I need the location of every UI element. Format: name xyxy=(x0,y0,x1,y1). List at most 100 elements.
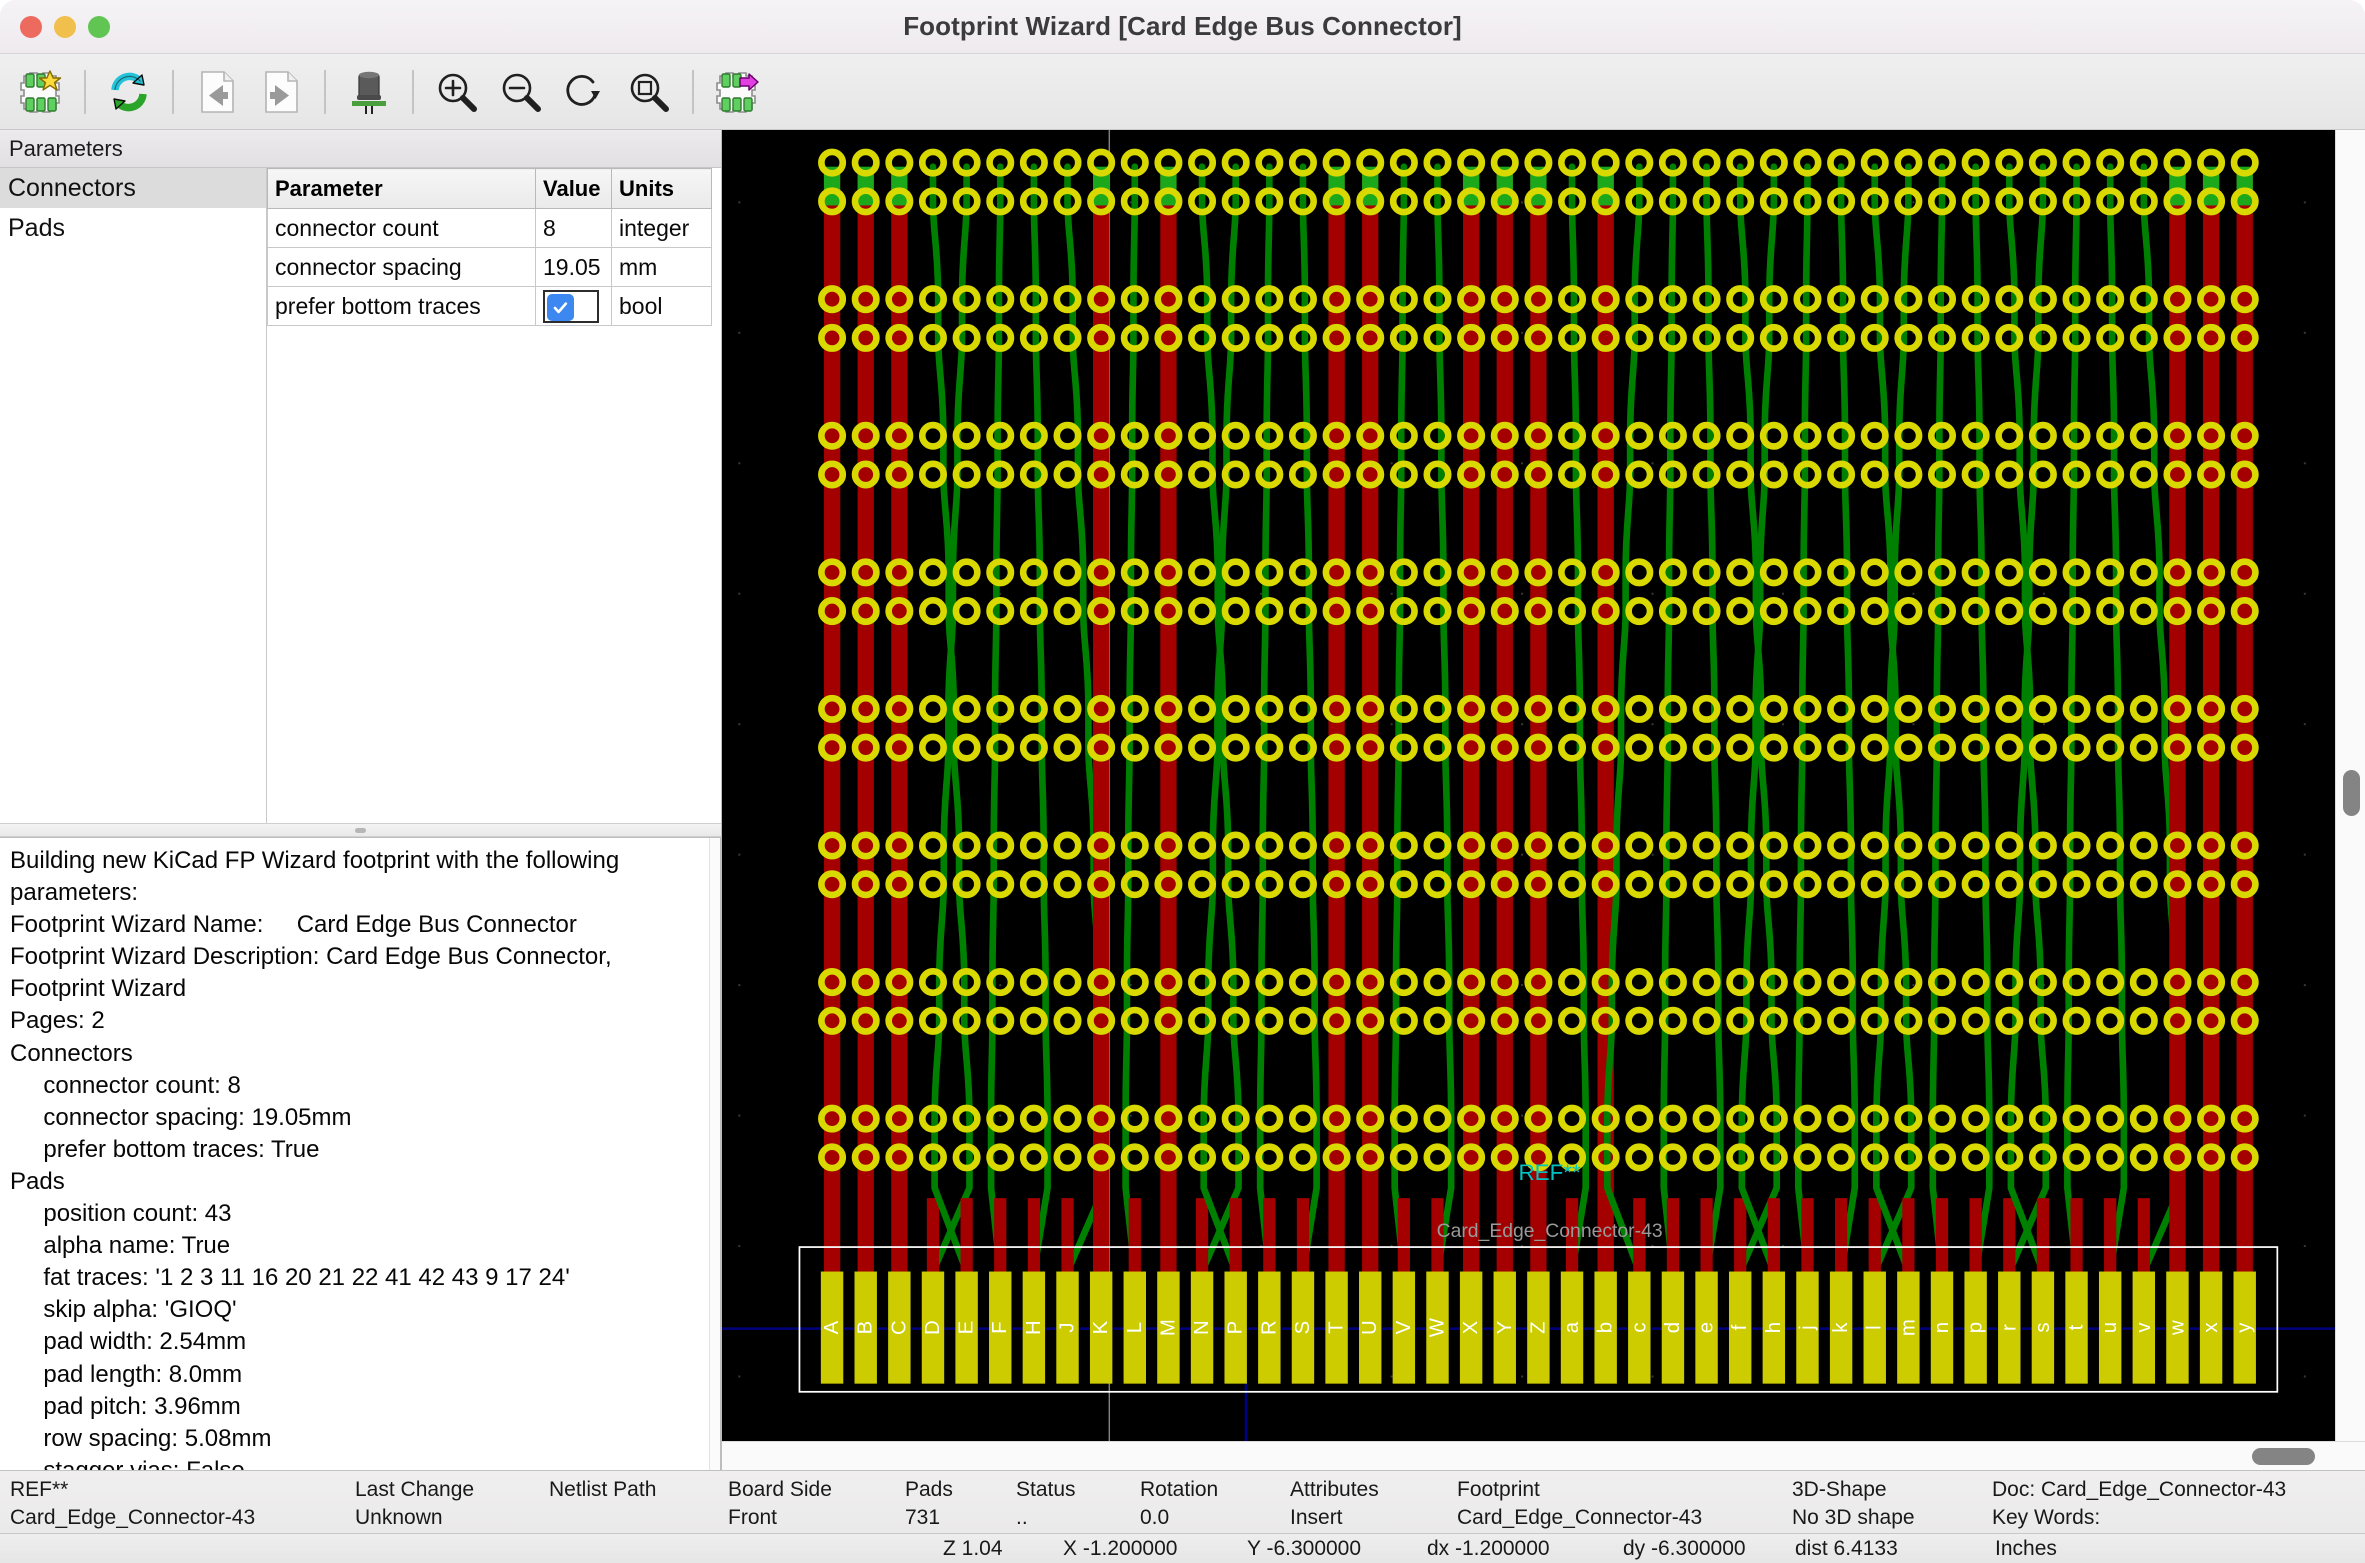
pad-label: Y xyxy=(1494,1320,1516,1334)
param-units-prefer-bottom-traces: bool xyxy=(612,287,712,326)
status-field-0: REF**Card_Edge_Connector-43 xyxy=(10,1478,255,1530)
status-field-label: Doc: Card_Edge_Connector-43 xyxy=(1992,1478,2286,1502)
status-field-value: 0.0 xyxy=(1140,1506,1218,1530)
build-log-scrollbar[interactable] xyxy=(709,838,720,1470)
status-field-10: Doc: Card_Edge_Connector-43 Key Words: xyxy=(1992,1478,2286,1530)
pad-label: u xyxy=(2099,1322,2121,1333)
status-field-label: Last Change xyxy=(355,1478,474,1502)
pad-label: n xyxy=(1931,1322,1953,1333)
canvas-vertical-scroll-thumb[interactable] xyxy=(2343,770,2360,816)
sidebar-item-label: Pads xyxy=(8,214,65,243)
status-field-9: 3D-ShapeNo 3D shape xyxy=(1792,1478,1915,1530)
pad-label: r xyxy=(1998,1324,2020,1331)
parameters-table-container: Parameter Value Units connector count 8 … xyxy=(267,168,721,823)
canvas-vertical-scrollbar[interactable] xyxy=(2335,130,2365,1441)
close-window-button[interactable] xyxy=(20,16,42,38)
refresh-icon[interactable] xyxy=(98,61,160,123)
minimize-window-button[interactable] xyxy=(54,16,76,38)
pad-label: p xyxy=(1965,1322,1987,1333)
status-coordinate-6: Inches xyxy=(1995,1537,2057,1561)
pad-stub-trace xyxy=(1196,1198,1208,1273)
pad-label: w xyxy=(2166,1320,2188,1336)
previous-page-icon[interactable] xyxy=(186,61,248,123)
pad-label: e xyxy=(1696,1322,1718,1333)
pad-label: V xyxy=(1393,1320,1415,1334)
pad-stub-trace xyxy=(2037,1198,2049,1273)
export-footprint-icon[interactable] xyxy=(706,61,768,123)
parameters-table: Parameter Value Units connector count 8 … xyxy=(267,168,712,326)
splitter-grip-icon xyxy=(355,828,366,833)
pad-label: U xyxy=(1359,1320,1381,1335)
pad-label: J xyxy=(1057,1322,1079,1332)
status-coordinate-4: dy -6.300000 xyxy=(1623,1537,1746,1561)
status-coordinates-row: Z 1.04X -1.200000Y -6.300000dx -1.200000… xyxy=(0,1533,2365,1563)
pcb-footprint-render[interactable]: ABCDEFHJKLMNPRSTUVWXYZabcdefhjklmnprstuv… xyxy=(722,130,2365,1441)
pad-label: h xyxy=(1763,1322,1785,1333)
param-value-connector-spacing[interactable]: 19.05 xyxy=(536,248,612,287)
panel-splitter[interactable] xyxy=(0,823,721,837)
canvas-horizontal-scroll-thumb[interactable] xyxy=(2252,1448,2315,1465)
canvas-horizontal-scrollbar[interactable] xyxy=(722,1441,2365,1470)
maximize-window-button[interactable] xyxy=(88,16,110,38)
param-name-connector-spacing: connector spacing xyxy=(268,248,536,287)
status-bar: REF**Card_Edge_Connector-43 Last Change Un… xyxy=(0,1470,2365,1563)
new-footprint-icon[interactable] xyxy=(10,61,72,123)
status-field-label: Rotation xyxy=(1140,1478,1218,1502)
zoom-fit-icon[interactable] xyxy=(618,61,680,123)
pad-label: H xyxy=(1023,1320,1045,1335)
status-fields-row: REF**Card_Edge_Connector-43 Last Change Un… xyxy=(0,1471,2365,1533)
toolbar-separator xyxy=(324,70,326,114)
pad-stub-trace xyxy=(1970,1198,1982,1273)
status-field-value: Unknown xyxy=(355,1506,474,1530)
pad-stub-trace xyxy=(1734,1198,1746,1273)
param-value-connector-count[interactable]: 8 xyxy=(536,209,612,248)
column-header-units: Units xyxy=(612,169,712,209)
pad-label: s xyxy=(2032,1322,2054,1332)
sidebar-item-connectors[interactable]: Connectors xyxy=(0,168,266,208)
pad-stub-trace xyxy=(1297,1198,1309,1273)
zoom-redraw-icon[interactable] xyxy=(554,61,616,123)
zoom-out-icon[interactable] xyxy=(490,61,552,123)
status-coordinate-2: Y -6.300000 xyxy=(1247,1537,1361,1561)
status-field-label: Attributes xyxy=(1290,1478,1379,1502)
left-panel: Parameters Connectors Pads Parameter xyxy=(0,130,722,1470)
pad-stub-trace xyxy=(1398,1198,1410,1273)
param-name-connector-count: connector count xyxy=(268,209,536,248)
status-field-value: Key Words: xyxy=(1992,1506,2286,1530)
status-field-label: Netlist Path xyxy=(549,1478,656,1502)
pad-label: K xyxy=(1090,1320,1112,1334)
pad-stub-trace xyxy=(1801,1198,1813,1273)
pad-label: b xyxy=(1595,1322,1617,1333)
param-value-prefer-bottom-traces[interactable] xyxy=(536,287,612,326)
footprint-3d-icon[interactable] xyxy=(338,61,400,123)
main-body: Parameters Connectors Pads Parameter xyxy=(0,130,2365,1470)
zoom-in-icon[interactable] xyxy=(426,61,488,123)
table-row: connector count 8 integer xyxy=(268,209,712,248)
pad-stub-trace xyxy=(1028,1198,1040,1273)
status-field-value: Card_Edge_Connector-43 xyxy=(1457,1506,1702,1530)
status-field-value: Front xyxy=(728,1506,832,1530)
parameters-body: Connectors Pads Parameter Value Units xyxy=(0,168,721,823)
pad-layer: ABCDEFHJKLMNPRSTUVWXYZabcdefhjklmnprstuv… xyxy=(821,1272,2256,1384)
status-coordinate-5: dist 6.4133 xyxy=(1795,1537,1898,1561)
table-row: prefer bottom traces xyxy=(268,287,712,326)
build-log-text: Building new KiCad FP Wizard footprint w… xyxy=(0,838,720,1470)
next-page-icon[interactable] xyxy=(250,61,312,123)
pad-stub-trace xyxy=(960,1198,972,1273)
status-field-5: Status.. xyxy=(1016,1478,1076,1530)
pad-stub-trace xyxy=(2070,1198,2082,1273)
prefer-bottom-traces-checkbox[interactable] xyxy=(543,290,599,323)
column-header-value: Value xyxy=(536,169,612,209)
status-field-3: Board Side Front xyxy=(728,1478,832,1530)
pad-label: A xyxy=(821,1320,843,1334)
window-title: Footprint Wizard [Card Edge Bus Connecto… xyxy=(0,11,2365,42)
pcb-canvas-viewport[interactable]: ABCDEFHJKLMNPRSTUVWXYZabcdefhjklmnprstuv… xyxy=(722,130,2365,1441)
pad-label: d xyxy=(1662,1322,1684,1333)
sidebar-item-pads[interactable]: Pads xyxy=(0,208,266,248)
checkmark-icon xyxy=(547,294,574,321)
title-bar: Footprint Wizard [Card Edge Bus Connecto… xyxy=(0,0,2365,54)
pad-stub-trace xyxy=(1230,1198,1242,1273)
pad-label: S xyxy=(1292,1321,1314,1335)
pad-label: c xyxy=(1628,1322,1650,1332)
status-field-label: Board Side xyxy=(728,1478,832,1502)
